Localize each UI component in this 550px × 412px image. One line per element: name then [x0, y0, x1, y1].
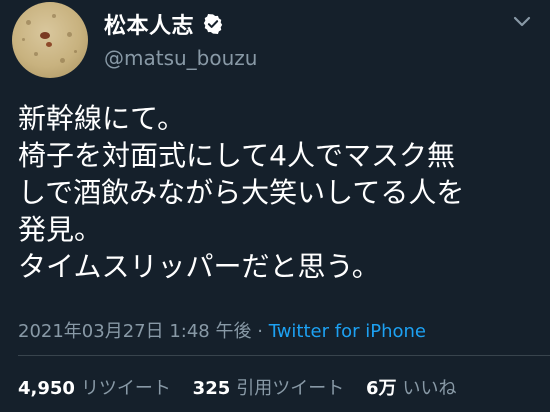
- avatar[interactable]: [12, 2, 88, 78]
- quote-stat[interactable]: 325 引用ツイート: [193, 378, 361, 399]
- tweet-meta: 2021年03月27日 1:48 午後 · Twitter for iPhone: [18, 317, 426, 343]
- display-name[interactable]: 松本人志: [104, 8, 194, 40]
- tweet-stats: 4,950 リツイート 325 引用ツイート 6万 いいね: [18, 374, 473, 400]
- verified-badge-icon: [202, 13, 224, 35]
- retweet-label: リツイート: [80, 378, 171, 399]
- like-label: いいね: [402, 378, 457, 399]
- tweet-text: 新幹線にて。 椅子を対面式にして4人でマスク無 しで酒飲みながら大笑いしてる人を…: [18, 100, 538, 285]
- tweet-line: タイムスリッパーだと思う。: [18, 250, 380, 283]
- chevron-down-icon[interactable]: [512, 14, 532, 28]
- retweet-count: 4,950: [18, 378, 75, 399]
- quote-count: 325: [192, 378, 231, 399]
- user-handle[interactable]: @matsu_bouzu: [104, 46, 257, 70]
- tweet-line: 椅子を対面式にして4人でマスク無: [18, 139, 455, 172]
- retweet-stat[interactable]: 4,950 リツイート: [18, 378, 187, 399]
- divider: [18, 355, 550, 356]
- tweet-line: 新幹線にて。: [18, 102, 186, 135]
- like-stat[interactable]: 6万 いいね: [366, 378, 473, 399]
- tweet-line: しで酒飲みながら大笑いしてる人を: [18, 176, 465, 209]
- meta-separator: ·: [257, 321, 263, 342]
- author-name-row: 松本人志: [104, 8, 224, 40]
- quote-label: 引用ツイート: [236, 378, 345, 399]
- timestamp[interactable]: 2021年03月27日 1:48 午後: [18, 321, 251, 342]
- tweet-line: 発見。: [18, 213, 103, 246]
- source-link[interactable]: Twitter for iPhone: [269, 321, 426, 342]
- like-count: 6万: [365, 378, 397, 399]
